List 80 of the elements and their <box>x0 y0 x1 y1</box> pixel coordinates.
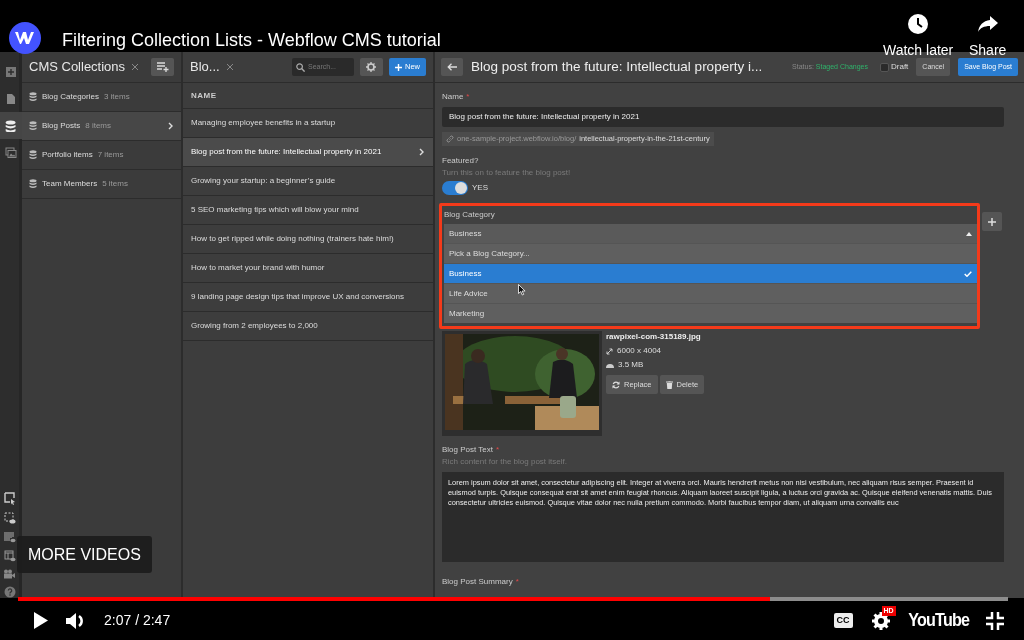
dropdown-option[interactable]: Pick a Blog Category... <box>444 243 977 263</box>
file-name: rawpixel-com-315189.jpg <box>606 331 702 343</box>
database-icon <box>29 92 37 102</box>
more-videos-button[interactable]: MORE VIDEOS <box>17 536 152 573</box>
share-icon <box>977 14 998 34</box>
layout-icon[interactable] <box>3 550 16 562</box>
share-button[interactable]: Share <box>969 14 1007 61</box>
post-row[interactable]: 9 landing page design tips that improve UX and conversions <box>183 283 433 312</box>
trash-icon <box>665 380 673 389</box>
database-icon <box>29 121 37 131</box>
video-title[interactable]: Filtering Collection Lists - Webflow CMS tutorial <box>62 27 441 54</box>
close-icon[interactable] <box>225 63 234 71</box>
post-row[interactable]: How to get ripped while doing nothing (trainers hate him!) <box>183 225 433 254</box>
draft-checkbox[interactable] <box>880 62 889 72</box>
youtube-logo[interactable]: YouTube <box>907 606 969 635</box>
collection-item[interactable]: Team Members 5 items <box>22 170 181 199</box>
database-icon <box>29 150 37 160</box>
w-logo-icon <box>15 31 35 45</box>
field-label: Blog Post Text * <box>442 444 501 456</box>
database-icon <box>29 179 37 189</box>
check-icon <box>964 270 972 277</box>
link-icon <box>446 135 454 143</box>
panel-title: Blo... <box>190 58 220 77</box>
select-icon[interactable] <box>3 492 16 505</box>
collection-item[interactable]: Blog Posts 8 items <box>22 112 181 141</box>
dropdown-option[interactable]: Life Advice <box>444 283 977 303</box>
add-list-icon <box>156 62 169 72</box>
chevron-right-icon <box>419 148 425 156</box>
back-button[interactable] <box>441 58 463 76</box>
video-camera-icon[interactable] <box>3 569 16 579</box>
panel-title: CMS Collections <box>29 58 126 77</box>
collection-item[interactable]: Portfolio items 7 items <box>22 141 181 170</box>
post-row[interactable]: Blog post from the future: Intellectual property in 2021 <box>183 138 433 167</box>
exit-fullscreen-icon[interactable] <box>986 611 1004 630</box>
category-dropdown[interactable]: Business <box>444 224 977 243</box>
chevron-right-icon <box>168 122 174 130</box>
caret-up-icon <box>966 231 972 236</box>
watch-later-button[interactable]: Watch later <box>883 14 954 61</box>
database-icon[interactable] <box>5 119 17 132</box>
post-row[interactable]: Growing your startup: a beginner’s guide <box>183 167 433 196</box>
page-icon[interactable] <box>5 92 17 105</box>
captions-button[interactable]: CC <box>833 612 853 629</box>
post-row[interactable]: Growing from 2 employees to 2,000 <box>183 312 433 341</box>
plus-icon <box>395 63 402 71</box>
dropdown-option[interactable]: Business <box>444 263 977 283</box>
field-label: Name * <box>442 91 471 103</box>
checkbox-label: Draft <box>891 61 909 73</box>
arrow-left-icon <box>447 63 457 71</box>
clock-icon <box>908 14 929 34</box>
name-field[interactable]: Blog post from the future: Intellectual property in 2021 <box>442 107 1004 127</box>
image-dimensions: 6000 x 4004 <box>617 345 662 357</box>
refresh-icon <box>612 380 620 389</box>
dropdown-option[interactable]: Marketing <box>444 303 977 323</box>
file-size: 3.5 MB <box>618 359 644 371</box>
volume-icon[interactable] <box>66 611 86 630</box>
add-category-button[interactable] <box>982 212 1002 231</box>
column-header: NAME <box>183 83 433 109</box>
toggle-label: YES <box>472 182 488 194</box>
time-display: 2:07 / 2:47 <box>104 611 171 630</box>
close-icon[interactable] <box>131 63 140 71</box>
add-collection-button[interactable] <box>151 58 174 76</box>
toggle-switch[interactable] <box>442 181 468 195</box>
images-icon[interactable] <box>5 146 17 159</box>
post-row[interactable]: How to market your brand with humor <box>183 254 433 283</box>
resize-icon <box>606 347 613 355</box>
search-icon <box>296 62 305 72</box>
plus-icon <box>988 217 996 226</box>
play-icon[interactable] <box>34 612 48 629</box>
field-label: Blog Category <box>444 209 496 221</box>
field-label: Blog Post Summary * <box>442 576 520 588</box>
add-icon[interactable] <box>5 65 17 78</box>
cursor-icon <box>518 284 526 296</box>
settings-button[interactable] <box>360 58 383 76</box>
gear-icon <box>366 62 377 72</box>
preview-icon[interactable] <box>3 512 16 524</box>
field-label: Featured? <box>442 155 480 167</box>
help-icon[interactable] <box>3 586 16 598</box>
editor-title: Blog post from the future: Intellectual property i... <box>471 57 763 76</box>
post-row[interactable]: 5 SEO marketing tips which will blow your mind <box>183 196 433 225</box>
gauge-icon <box>606 362 614 368</box>
